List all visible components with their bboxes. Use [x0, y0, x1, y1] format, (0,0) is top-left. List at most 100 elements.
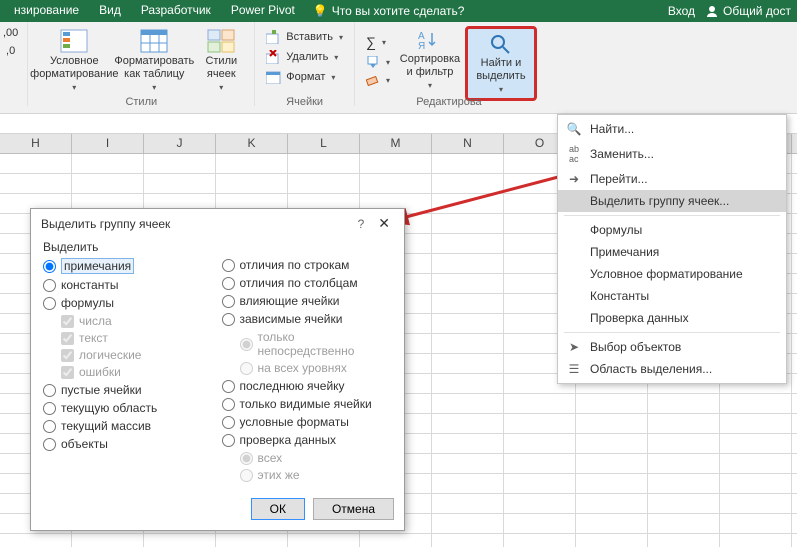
- tab-view[interactable]: Вид: [89, 0, 131, 22]
- opt-constants[interactable]: константы: [43, 278, 214, 292]
- chevron-down-icon: ▾: [219, 81, 223, 94]
- opt-dependents[interactable]: зависимые ячейки: [222, 312, 393, 326]
- col-header[interactable]: H: [0, 134, 72, 153]
- dialog-help-button[interactable]: ?: [350, 217, 373, 231]
- find-select-button[interactable]: Найти и выделить ▾: [465, 26, 537, 101]
- fill-button[interactable]: ▾: [361, 54, 395, 70]
- cancel-button[interactable]: Отмена: [313, 498, 394, 520]
- styles-group: Условное форматирование ▾ Форматировать …: [28, 22, 255, 106]
- chevron-down-icon: ▾: [331, 73, 335, 82]
- number-format-group: ,00 ,0: [0, 22, 28, 106]
- opt-current-region[interactable]: текущую область: [43, 401, 214, 415]
- sign-in-link[interactable]: Вход: [668, 4, 695, 18]
- sort-filter-icon: AЯ: [418, 29, 442, 51]
- menu-separator: [564, 215, 780, 216]
- delete-cells-button[interactable]: Удалить ▾: [261, 48, 348, 66]
- clear-button[interactable]: ▾: [361, 72, 395, 88]
- find-select-menu: 🔍 Найти... abac Заменить... ➜ Перейти...…: [557, 114, 787, 384]
- tell-me-search[interactable]: 💡 Что вы хотите сделать?: [305, 0, 473, 22]
- magnifier-icon: 🔍: [566, 122, 582, 136]
- opt-visible-only[interactable]: только видимые ячейки: [222, 397, 393, 411]
- sigma-icon: ∑: [366, 34, 376, 50]
- conditional-formatting-icon: [60, 29, 88, 53]
- opt-blanks[interactable]: пустые ячейки: [43, 383, 214, 397]
- opt-precedents[interactable]: влияющие ячейки: [222, 294, 393, 308]
- opt-same: этих же: [240, 468, 393, 482]
- share-label: Общий дост: [723, 4, 791, 18]
- col-header[interactable]: J: [144, 134, 216, 153]
- person-icon: [705, 4, 719, 18]
- col-header[interactable]: I: [72, 134, 144, 153]
- chevron-down-icon: ▾: [334, 53, 338, 62]
- decimal-increase-button[interactable]: ,00: [0, 26, 21, 40]
- menu-goto[interactable]: ➜ Перейти...: [558, 168, 786, 190]
- tell-me-label: Что вы хотите сделать?: [332, 4, 465, 18]
- menu-replace[interactable]: abac Заменить...: [558, 140, 786, 168]
- insert-cells-button[interactable]: Вставить ▾: [261, 28, 348, 46]
- opt-cond-fmt[interactable]: условные форматы: [222, 415, 393, 429]
- chevron-down-icon: ▾: [152, 81, 156, 94]
- fill-down-icon: [366, 56, 380, 68]
- pane-icon: ☰: [566, 362, 582, 376]
- format-as-table-button[interactable]: Форматировать как таблицу ▾: [114, 26, 194, 97]
- opt-last-cell[interactable]: последнюю ячейку: [222, 379, 393, 393]
- ok-button[interactable]: ОК: [251, 498, 305, 520]
- tab-review[interactable]: нзирование: [4, 0, 89, 22]
- lightbulb-icon: 💡: [313, 4, 328, 18]
- menu-cond-fmt[interactable]: Условное форматирование: [558, 263, 786, 285]
- tab-developer[interactable]: Разработчик: [131, 0, 221, 22]
- opt-comments[interactable]: примечания: [43, 258, 214, 274]
- opt-row-diffs[interactable]: отличия по строкам: [222, 258, 393, 272]
- delete-icon: [266, 50, 282, 64]
- ribbon-panel: ,00 ,0 Условное форматирование ▾ Формати…: [0, 22, 797, 114]
- col-header[interactable]: M: [360, 134, 432, 153]
- magnifier-icon: [489, 33, 513, 55]
- cursor-icon: ➤: [566, 340, 582, 354]
- opt-errors: ошибки: [61, 365, 214, 379]
- menu-select-objects[interactable]: ➤ Выбор объектов: [558, 336, 786, 358]
- insert-icon: [266, 30, 282, 44]
- decimal-decrease-button[interactable]: ,0: [3, 44, 18, 58]
- menu-formulas[interactable]: Формулы: [558, 219, 786, 241]
- opt-validation[interactable]: проверка данных: [222, 433, 393, 447]
- opt-current-array[interactable]: текущий массив: [43, 419, 214, 433]
- editing-group: ∑▾ ▾ ▾ AЯ Сортировка и фильтр ▾ Найти и …: [355, 22, 543, 106]
- cell-styles-button[interactable]: Стили ячеек ▾: [194, 26, 248, 97]
- dialog-close-button[interactable]: ✕: [372, 215, 396, 232]
- goto-icon: ➜: [566, 172, 582, 186]
- goto-special-dialog: Выделить группу ячеек ? ✕ Выделить приме…: [30, 208, 405, 531]
- cell-styles-icon: [207, 29, 235, 53]
- opt-all: всех: [240, 451, 393, 465]
- styles-group-label: Стили: [28, 96, 254, 108]
- opt-all-levels: на всех уровнях: [240, 361, 393, 375]
- col-header[interactable]: N: [432, 134, 504, 153]
- tab-powerpivot[interactable]: Power Pivot: [221, 0, 305, 22]
- opt-logical: логические: [61, 348, 214, 362]
- format-icon: [266, 70, 282, 84]
- menu-goto-special[interactable]: Выделить группу ячеек...: [558, 190, 786, 212]
- table-icon: [140, 29, 168, 53]
- opt-formulas[interactable]: формулы: [43, 296, 214, 310]
- chevron-down-icon: ▾: [499, 83, 503, 96]
- chevron-down-icon: ▾: [72, 81, 76, 94]
- replace-icon: abac: [566, 144, 582, 164]
- menu-separator: [564, 332, 780, 333]
- share-button[interactable]: Общий дост: [705, 4, 791, 18]
- menu-selection-pane[interactable]: ☰ Область выделения...: [558, 358, 786, 380]
- sort-filter-button[interactable]: AЯ Сортировка и фильтр ▾: [395, 26, 465, 95]
- menu-constants[interactable]: Константы: [558, 285, 786, 307]
- col-header[interactable]: K: [216, 134, 288, 153]
- opt-col-diffs[interactable]: отличия по столбцам: [222, 276, 393, 290]
- col-header[interactable]: L: [288, 134, 360, 153]
- menu-validation[interactable]: Проверка данных: [558, 307, 786, 329]
- svg-text:Я: Я: [418, 41, 425, 51]
- opt-direct-only: только непосредственно: [240, 330, 393, 358]
- opt-numbers: числа: [61, 314, 214, 328]
- opt-objects[interactable]: объекты: [43, 437, 214, 451]
- menu-comments[interactable]: Примечания: [558, 241, 786, 263]
- format-cells-button[interactable]: Формат ▾: [261, 68, 348, 86]
- group-label: Выделить: [43, 240, 392, 254]
- menu-find[interactable]: 🔍 Найти...: [558, 118, 786, 140]
- autosum-button[interactable]: ∑▾: [361, 32, 395, 52]
- conditional-formatting-button[interactable]: Условное форматирование ▾: [34, 26, 114, 97]
